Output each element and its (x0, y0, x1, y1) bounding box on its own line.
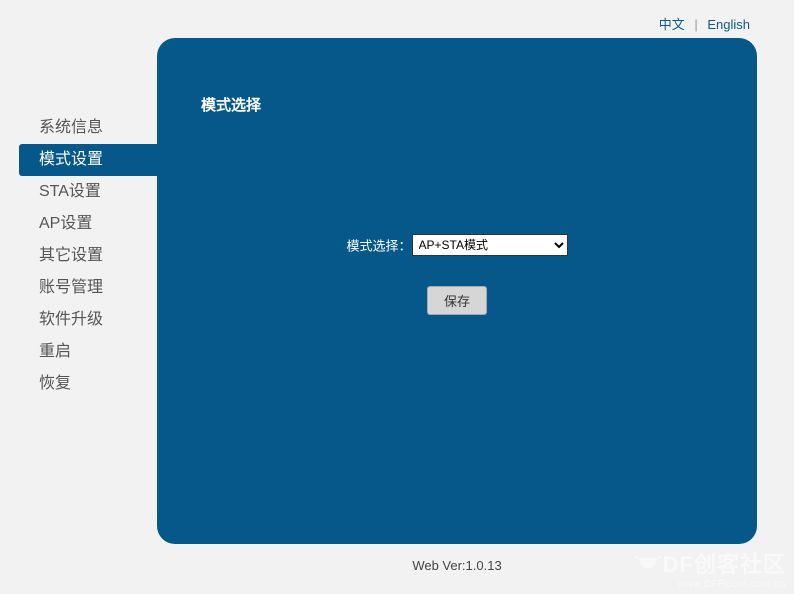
content-panel: 模式选择 模式选择： AP+STA模式 保存 (157, 38, 757, 544)
sidebar-item-other[interactable]: 其它设置 (19, 240, 157, 272)
mode-label: 模式选择： (346, 239, 411, 254)
lang-separator: | (694, 17, 697, 32)
sidebar-item-upgrade[interactable]: 软件升级 (19, 304, 157, 336)
lang-en-link[interactable]: English (707, 17, 750, 32)
sidebar-item-mode[interactable]: 模式设置 (19, 144, 157, 176)
sidebar-item-sysinfo[interactable]: 系统信息 (19, 112, 157, 144)
save-row: 保存 (157, 286, 757, 315)
language-switcher: 中文 | English (659, 14, 750, 33)
sidebar-item-reboot[interactable]: 重启 (19, 336, 157, 368)
mode-form-row: 模式选择： AP+STA模式 (157, 234, 757, 256)
mode-select[interactable]: AP+STA模式 (412, 234, 568, 256)
sidebar: 系统信息模式设置STA设置AP设置其它设置账号管理软件升级重启恢复 (19, 112, 157, 400)
panel-title: 模式选择 (201, 94, 261, 115)
sidebar-item-sta[interactable]: STA设置 (19, 176, 157, 208)
lang-zh-link[interactable]: 中文 (659, 17, 685, 32)
sidebar-item-account[interactable]: 账号管理 (19, 272, 157, 304)
sidebar-item-ap[interactable]: AP设置 (19, 208, 157, 240)
main-container: 系统信息模式设置STA设置AP设置其它设置账号管理软件升级重启恢复 模式选择 模… (0, 38, 794, 594)
footer-version: Web Ver:1.0.13 (157, 558, 757, 573)
save-button[interactable]: 保存 (427, 286, 487, 315)
sidebar-item-restore[interactable]: 恢复 (19, 368, 157, 400)
